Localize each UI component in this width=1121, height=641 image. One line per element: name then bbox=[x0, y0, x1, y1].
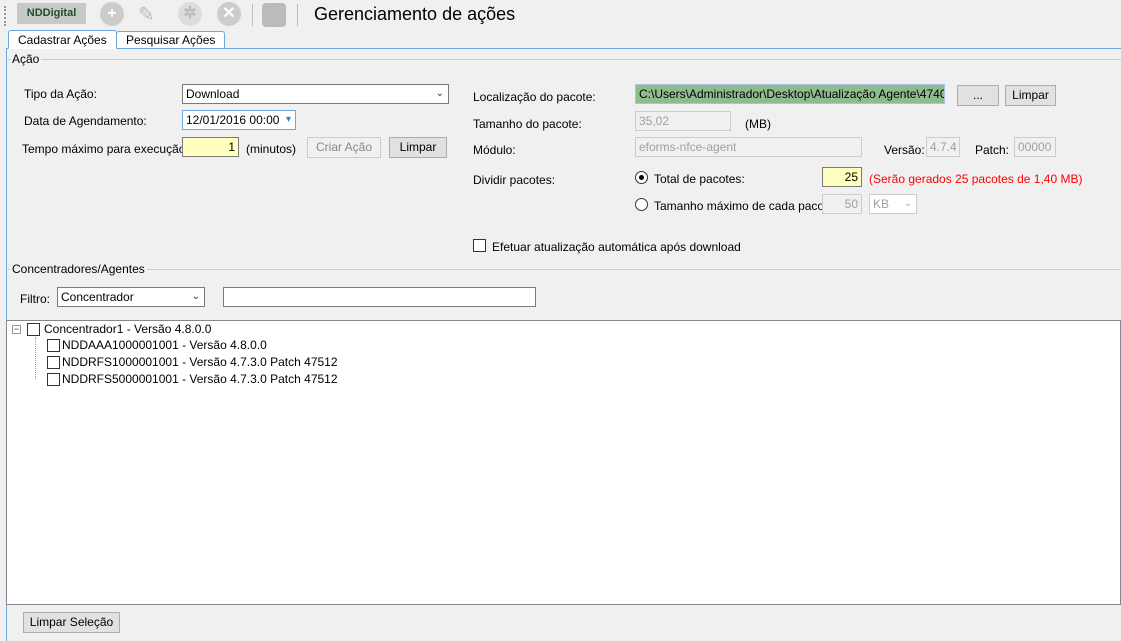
chevron-down-icon: ⌄ bbox=[435, 88, 444, 99]
dropdown-icon: ▾ bbox=[285, 114, 291, 125]
group-divider bbox=[8, 59, 1121, 60]
logo: NDDigital bbox=[17, 3, 86, 24]
local-label: Localização do pacote: bbox=[473, 90, 596, 104]
chevron-down-icon: ⌄ bbox=[903, 198, 912, 209]
patch-input: 00000 bbox=[1014, 137, 1056, 157]
modulo-input: eforms-nfce-agent bbox=[635, 137, 862, 157]
limpar-selecao-button[interactable]: Limpar Seleção bbox=[23, 612, 120, 633]
tipo-label: Tipo da Ação: bbox=[24, 87, 97, 101]
tree-checkbox[interactable] bbox=[47, 356, 60, 369]
tipo-value: Download bbox=[186, 87, 240, 101]
total-note: (Serão gerados 25 pacotes de 1,40 MB) bbox=[869, 172, 1083, 186]
filtro-value: Concentrador bbox=[61, 290, 134, 304]
tamanho-label: Tamanho do pacote: bbox=[473, 117, 582, 131]
auto-update-checkbox[interactable] bbox=[473, 239, 486, 252]
patch-label: Patch: bbox=[975, 143, 1010, 157]
auto-update-label: Efetuar atualização automática após down… bbox=[492, 240, 741, 254]
tree-line bbox=[35, 337, 36, 379]
page-title: Gerenciamento de ações bbox=[314, 4, 516, 24]
tab-cadastrar-acoes[interactable]: Cadastrar Ações bbox=[8, 30, 117, 49]
modulo-label: Módulo: bbox=[473, 143, 516, 157]
limpar-local-button[interactable]: Limpar bbox=[1005, 85, 1056, 106]
tree-item[interactable]: NDDRFS1000001001 - Versão 4.7.3.0 Patch … bbox=[62, 355, 338, 369]
tempo-unit: (minutos) bbox=[246, 142, 297, 156]
tree-item[interactable]: NDDAAA1000001001 - Versão 4.8.0.0 bbox=[62, 338, 267, 352]
group-divider bbox=[8, 269, 1121, 270]
tab-pesquisar-acoes[interactable]: Pesquisar Ações bbox=[116, 31, 226, 48]
local-input[interactable]: C:\Users\Administrador\Desktop\Atualizaç… bbox=[635, 84, 945, 104]
tempo-input[interactable]: 1 bbox=[182, 137, 239, 157]
tree-checkbox[interactable] bbox=[47, 339, 60, 352]
delete-icon[interactable]: ✕ bbox=[217, 2, 241, 26]
filtro-label: Filtro: bbox=[20, 292, 50, 306]
tamanho-max-radio[interactable] bbox=[635, 198, 648, 211]
tree-root-item[interactable]: Concentrador1 - Versão 4.8.0.0 bbox=[44, 322, 211, 336]
tree-item[interactable]: NDDRFS5000001001 - Versão 4.7.3.0 Patch … bbox=[62, 372, 338, 386]
dividir-label: Dividir pacotes: bbox=[473, 173, 556, 187]
filtro-text-input[interactable] bbox=[223, 287, 536, 307]
data-picker[interactable]: 12/01/2016 00:00 ▾ bbox=[182, 110, 296, 130]
browse-button[interactable]: ... bbox=[957, 85, 999, 106]
toolbar-separator bbox=[252, 4, 253, 26]
tamanho-unit: (MB) bbox=[745, 117, 771, 131]
edit-icon[interactable]: ✎ bbox=[138, 2, 164, 26]
versao-label: Versão: bbox=[884, 143, 925, 157]
total-input[interactable]: 25 bbox=[822, 167, 862, 187]
total-radio[interactable] bbox=[635, 171, 648, 184]
versao-input: 4.7.4 bbox=[926, 137, 960, 157]
tamanho-input: 35,02 bbox=[635, 111, 731, 131]
limpar-button[interactable]: Limpar bbox=[389, 137, 447, 158]
data-label: Data de Agendamento: bbox=[24, 114, 147, 128]
toolbar-grip bbox=[4, 6, 6, 26]
criar-acao-button[interactable]: Criar Ação bbox=[307, 137, 381, 158]
unit-value: KB bbox=[873, 197, 890, 211]
tamanho-max-input: 50 bbox=[822, 194, 862, 214]
chevron-down-icon: ⌄ bbox=[191, 291, 200, 302]
add-icon[interactable]: + bbox=[100, 2, 124, 26]
tamanho-max-label: Tamanho máximo de cada pacote: bbox=[654, 199, 838, 213]
collapse-icon[interactable]: − bbox=[12, 325, 21, 334]
toolbar-separator bbox=[297, 4, 298, 26]
tree-checkbox[interactable] bbox=[27, 323, 40, 336]
tempo-label: Tempo máximo para execução: bbox=[22, 142, 189, 156]
settings-icon[interactable]: ✲ bbox=[178, 2, 202, 26]
tipo-select[interactable]: Download ⌄ bbox=[182, 84, 449, 104]
filtro-select[interactable]: Concentrador ⌄ bbox=[57, 287, 205, 307]
agent-tree: − Concentrador1 - Versão 4.8.0.0 NDDAAA1… bbox=[6, 320, 1121, 605]
tree-checkbox[interactable] bbox=[47, 373, 60, 386]
unit-select: KB ⌄ bbox=[869, 194, 917, 214]
group-acao-label: Ação bbox=[10, 52, 42, 66]
package-icon[interactable] bbox=[262, 3, 286, 27]
group-agentes-label: Concentradores/Agentes bbox=[10, 262, 147, 276]
total-label: Total de pacotes: bbox=[654, 172, 745, 186]
data-value: 12/01/2016 00:00 bbox=[186, 113, 280, 127]
